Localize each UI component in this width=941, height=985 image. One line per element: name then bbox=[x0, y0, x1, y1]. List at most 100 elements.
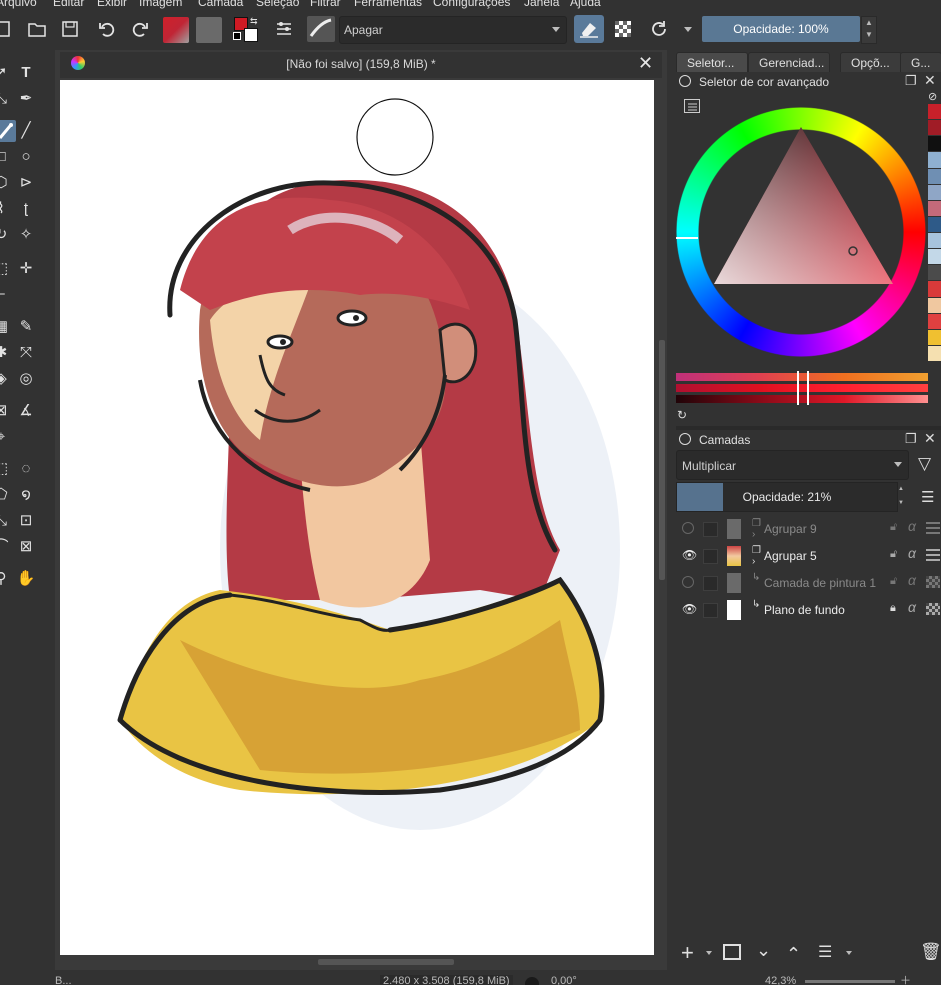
redo-icon[interactable] bbox=[130, 19, 150, 39]
palette-swatch[interactable] bbox=[928, 200, 941, 216]
gradient-swatch[interactable] bbox=[163, 17, 189, 43]
value-slider[interactable] bbox=[676, 395, 928, 403]
undo-icon[interactable] bbox=[97, 19, 117, 39]
layer-name[interactable]: Camada de pintura 1 bbox=[764, 576, 876, 590]
group-folder-icon[interactable]: ❐ › bbox=[752, 545, 761, 567]
layer-blend-mode-dropdown[interactable]: Multiplicar bbox=[676, 450, 909, 480]
visibility-off-icon[interactable] bbox=[682, 522, 694, 534]
tab-resource-manager[interactable]: Gerenciad... bbox=[748, 52, 830, 73]
layer-properties-icon[interactable]: ☰ bbox=[818, 942, 832, 962]
layer-opacity-spinner[interactable]: ▲ ▼ bbox=[898, 482, 908, 510]
more-options-chevron-icon[interactable] bbox=[684, 27, 692, 32]
blend-mode-dropdown[interactable]: Apagar bbox=[339, 16, 567, 44]
saturation-slider[interactable] bbox=[676, 384, 928, 392]
edit-shapes-icon[interactable]: ⤡ bbox=[0, 88, 12, 110]
unlocked-icon[interactable]: 🔓︎ bbox=[890, 548, 897, 561]
open-folder-icon[interactable] bbox=[27, 19, 47, 39]
freehand-brush-tool[interactable] bbox=[0, 120, 16, 142]
visibility-on-icon[interactable]: 👁︎ bbox=[682, 603, 697, 615]
freehand-select-icon[interactable]: ໑ bbox=[15, 484, 37, 506]
layer-opacity-slider[interactable]: Opacidade: 21% bbox=[676, 482, 898, 512]
color-picker-icon[interactable]: ✎ bbox=[15, 316, 37, 338]
background-color-swatch[interactable] bbox=[244, 28, 258, 42]
gradient-tool-icon[interactable]: ▦ bbox=[0, 316, 12, 338]
refresh-icon[interactable]: ↻ bbox=[677, 408, 687, 422]
lock-docker-icon[interactable] bbox=[679, 75, 691, 87]
layer-menu-icon[interactable]: ☰ bbox=[921, 488, 934, 506]
ellipse-select-icon[interactable]: ◌ bbox=[15, 458, 37, 480]
brush-preset-icon[interactable] bbox=[307, 16, 335, 42]
palette-swatch[interactable] bbox=[928, 265, 941, 281]
visibility-on-icon[interactable]: 👁︎ bbox=[682, 549, 697, 561]
menu-arquivo[interactable]: Arquivo bbox=[0, 0, 37, 9]
opacity-slider[interactable]: Opacidade: 100% bbox=[702, 16, 860, 42]
menu-selecao[interactable]: Seleção bbox=[256, 0, 299, 9]
delete-layer-icon[interactable]: 🗑︎ bbox=[920, 942, 941, 962]
inherit-alpha-icon[interactable] bbox=[926, 603, 940, 615]
transform-tool-icon[interactable]: ⬚ bbox=[0, 258, 12, 280]
layer-properties-chevron-icon[interactable] bbox=[846, 951, 852, 955]
measure-tool-icon[interactable]: ∡ bbox=[15, 400, 37, 422]
menu-imagem[interactable]: Imagem bbox=[139, 0, 182, 9]
layer-row[interactable]: 👁︎ ❐ › Agrupar 5 🔓︎ α bbox=[676, 543, 941, 569]
palette-swatch[interactable] bbox=[928, 345, 941, 361]
layer-checkbox[interactable] bbox=[703, 576, 718, 591]
menu-configuracoes[interactable]: Configurações bbox=[433, 0, 510, 9]
brush-settings-icon[interactable] bbox=[274, 19, 294, 39]
layer-name[interactable]: Agrupar 5 bbox=[764, 549, 817, 563]
polygon-select-icon[interactable]: ⬠ bbox=[0, 484, 12, 506]
add-layer-chevron-icon[interactable] bbox=[706, 951, 712, 955]
fill-tool-icon[interactable]: ◈ bbox=[0, 368, 12, 390]
freehand-path-icon[interactable]: ʈ bbox=[15, 198, 37, 220]
reference-tool-icon[interactable]: ⌖ bbox=[0, 426, 12, 448]
float-layers-docker-icon[interactable]: ❐ bbox=[905, 431, 917, 447]
rectangle-tool-icon[interactable]: □ bbox=[0, 146, 12, 168]
unlocked-icon[interactable]: 🔓︎ bbox=[890, 521, 897, 534]
layer-row[interactable]: 👁︎ ↳ Plano de fundo 🔒︎ α bbox=[676, 597, 941, 623]
move-layer-down-icon[interactable]: ⌄ bbox=[756, 940, 771, 961]
vertical-scrollbar-thumb[interactable] bbox=[659, 340, 665, 580]
swap-colors-icon[interactable]: ⇆ bbox=[250, 16, 258, 27]
hue-ring-triangle-selector[interactable] bbox=[676, 102, 926, 362]
layer-checkbox[interactable] bbox=[703, 603, 718, 618]
polyline-tool-icon[interactable]: ⊳ bbox=[15, 172, 37, 194]
text-tool-icon[interactable]: T bbox=[15, 62, 37, 84]
crop-tool-icon[interactable]: ⌐ bbox=[0, 284, 12, 306]
rotation-dial-icon[interactable] bbox=[525, 977, 539, 985]
palette-swatch[interactable] bbox=[928, 184, 941, 200]
palette-swatch[interactable] bbox=[928, 297, 941, 313]
magnetic-select-icon[interactable]: ⊠ bbox=[15, 536, 37, 558]
menu-editar[interactable]: Editar bbox=[53, 0, 84, 9]
preserve-alpha-icon[interactable] bbox=[612, 18, 634, 40]
color-history-palette[interactable] bbox=[928, 104, 941, 362]
palette-swatch[interactable] bbox=[928, 120, 941, 136]
new-document-icon[interactable] bbox=[0, 19, 14, 39]
layer-row[interactable]: ↳ Camada de pintura 1 🔓︎ α bbox=[676, 570, 941, 596]
alpha-lock-icon[interactable]: α bbox=[908, 599, 916, 615]
menu-exibir[interactable]: Exibir bbox=[97, 0, 127, 9]
no-color-icon[interactable]: ⊘ bbox=[928, 90, 941, 104]
locked-icon[interactable]: 🔒︎ bbox=[890, 602, 896, 615]
layer-checkbox[interactable] bbox=[703, 522, 718, 537]
palette-swatch[interactable] bbox=[928, 313, 941, 329]
foreground-background-colors[interactable]: ⇆ bbox=[232, 16, 262, 44]
palette-swatch[interactable] bbox=[928, 216, 941, 232]
layer-row[interactable]: ❐ › Agrupar 9 🔓︎ α bbox=[676, 516, 941, 542]
layer-name[interactable]: Agrupar 9 bbox=[764, 522, 817, 536]
lock-layers-docker-icon[interactable] bbox=[679, 433, 691, 445]
pattern-swatch[interactable] bbox=[196, 17, 222, 43]
opacity-spinner[interactable]: ▲ ▼ bbox=[861, 16, 877, 44]
filter-layers-icon[interactable]: ▽ bbox=[918, 454, 931, 474]
horizontal-scrollbar-thumb[interactable] bbox=[318, 959, 454, 965]
menu-janela[interactable]: Janela bbox=[524, 0, 559, 9]
move-tool-icon[interactable]: ✛ bbox=[15, 258, 37, 280]
multibrush-icon[interactable]: ✧ bbox=[15, 224, 37, 246]
palette-swatch[interactable] bbox=[928, 152, 941, 168]
zoom-in-icon[interactable]: ＋ bbox=[900, 972, 911, 985]
hue-slider[interactable] bbox=[676, 373, 928, 381]
tab-more[interactable]: G... bbox=[900, 52, 941, 73]
ellipse-tool-icon[interactable]: ○ bbox=[15, 146, 37, 168]
menu-ferramentas[interactable]: Ferramentas bbox=[354, 0, 422, 9]
menu-filtrar[interactable]: Filtrar bbox=[310, 0, 341, 9]
polygon-tool-icon[interactable]: ⬡ bbox=[0, 172, 12, 194]
